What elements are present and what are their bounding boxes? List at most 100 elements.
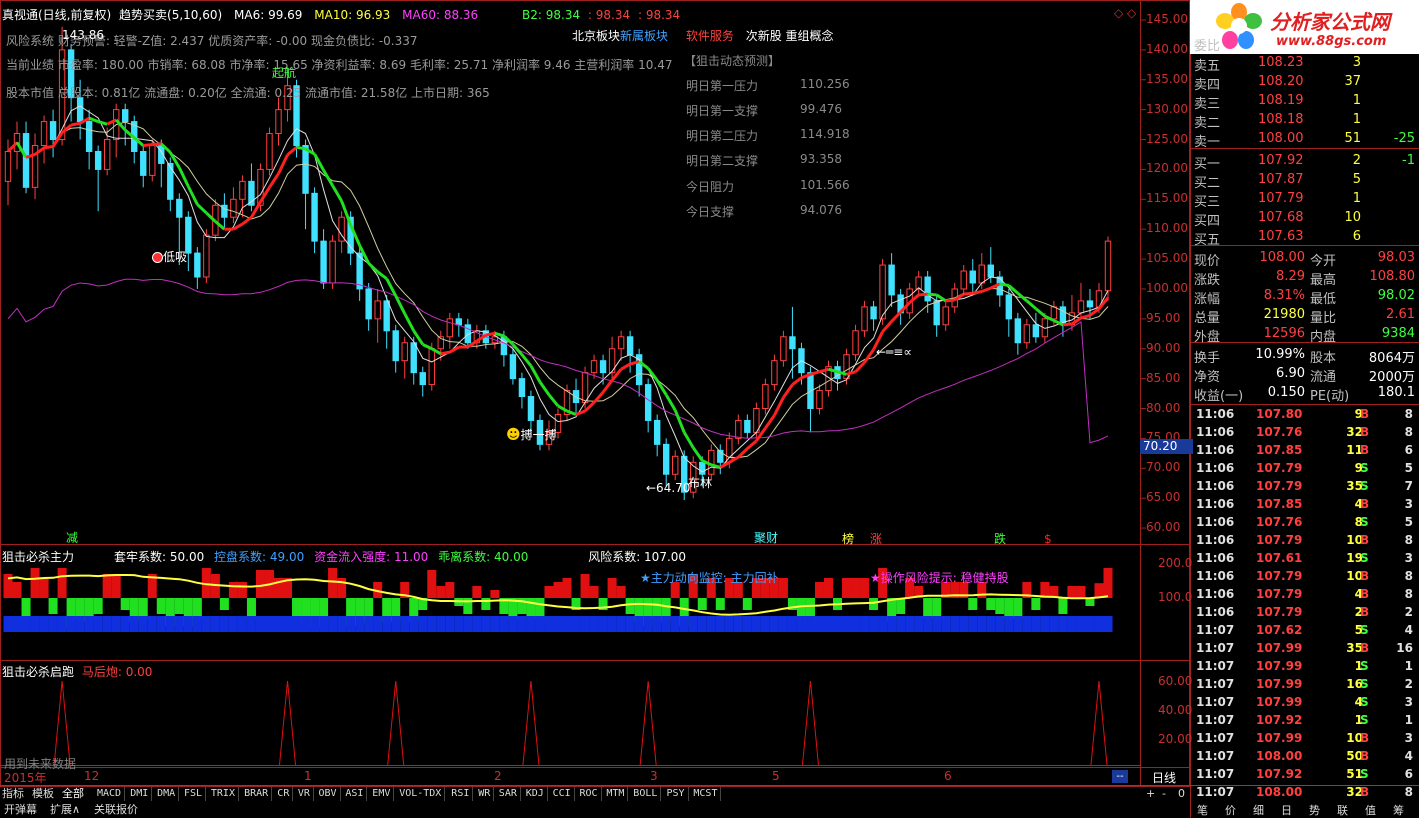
sub1-base-bar <box>589 616 599 632</box>
concept-tag[interactable]: 新属板块 <box>620 29 668 43</box>
quote-view-tab[interactable]: 联 <box>1337 804 1348 818</box>
buy-level-price: 107.63 <box>1258 229 1304 244</box>
indicator-tab[interactable]: CCI <box>550 787 575 801</box>
prediction-row: 明日第一压力 110.256 <box>686 77 850 94</box>
indicator-tab[interactable]: ASI <box>342 787 368 801</box>
price-axis-label: 140.00 <box>1146 41 1188 56</box>
sub1-base-bar <box>57 616 67 632</box>
zoom-control-button[interactable]: + <box>1146 787 1155 801</box>
info-line-capital: 股本市值 总股本: 0.81亿 流通盘: 0.20亿 全流通: 0.25 流通市… <box>6 86 490 100</box>
indicator-tab[interactable]: EMV <box>369 787 395 801</box>
indicator-tab[interactable]: VOL-TDX <box>396 787 446 801</box>
tick-time: 11:07 <box>1196 731 1235 745</box>
indicator-tab[interactable]: BOLL <box>630 787 662 801</box>
candle-body <box>446 318 454 338</box>
date-axis-mark: 3 <box>650 769 658 783</box>
window-controls[interactable]: ◇ ◇ <box>1114 6 1136 20</box>
quote-view-tab[interactable]: 筹 <box>1393 804 1404 818</box>
sub1-param: 乖离系数: 40.00 <box>438 550 529 564</box>
quote-view-tab[interactable]: 值 <box>1365 804 1376 818</box>
indicator-tab[interactable]: MACD <box>94 787 126 801</box>
indicator-tab[interactable]: TRIX <box>208 787 239 801</box>
ma6-label: MA6: 99.69 <box>234 8 303 22</box>
quote-stat-value: 108.80 <box>1369 269 1416 284</box>
bottom-action-button[interactable]: 扩展∧ <box>50 803 80 817</box>
indicator-tab[interactable]: DMA <box>154 787 180 801</box>
indicator-tab[interactable]: BRAR <box>241 787 273 801</box>
stock-title: 真视通(日线,前复权) <box>2 8 112 22</box>
concept-tag[interactable]: 重组概念 <box>786 29 834 43</box>
tick-time: 11:07 <box>1196 785 1235 799</box>
candle-body <box>329 240 336 284</box>
quote-stat-label: 量比 <box>1310 311 1337 326</box>
trend-line-segment <box>440 350 451 356</box>
trend-line-segment <box>286 146 298 157</box>
price-axis-label: 135.00 <box>1146 71 1188 86</box>
sell-level-price: 108.00 <box>1258 131 1304 146</box>
bottom-action-button[interactable]: 开弹幕 <box>4 803 37 817</box>
tab-1[interactable]: 模板 <box>32 787 54 801</box>
quote-stat-label: 流通 <box>1310 370 1337 385</box>
sub1-base-bar <box>697 616 707 632</box>
tick-row: 11:07 108.00 50 B 4 <box>1192 748 1419 766</box>
indicator-tab[interactable]: KDJ <box>523 787 548 801</box>
quote-view-tab[interactable]: 价 <box>1225 804 1236 818</box>
candle-body <box>176 198 183 218</box>
indicator-tab[interactable]: RSI <box>448 787 474 801</box>
sub1-base-bar <box>283 616 293 632</box>
sub1-base-bar <box>400 616 410 632</box>
indicator-tab[interactable]: CR <box>274 787 294 801</box>
scroll-end-button[interactable]: -- <box>1112 770 1128 783</box>
sub1-bar <box>48 598 58 614</box>
indicator-tab[interactable]: MCST <box>690 787 722 801</box>
tick-row: 11:06 107.76 8 S 5 <box>1192 514 1419 532</box>
indicator-tab[interactable]: OBV <box>316 787 341 801</box>
quote-view-tab[interactable]: 日 <box>1281 804 1292 818</box>
sell-level-label: 卖一 <box>1194 135 1221 150</box>
zoom-control-button[interactable]: 0 <box>1178 787 1185 801</box>
tab-0[interactable]: 指标 <box>2 787 24 801</box>
indicator-tab[interactable]: PSY <box>664 787 689 801</box>
indicator-tab[interactable]: SAR <box>496 787 521 801</box>
sub1-base-bar <box>292 616 302 632</box>
concept-tag[interactable]: 软件服务 <box>686 29 734 43</box>
quote-stat-row: 净资 6.90 流通 2000万 <box>1192 365 1419 385</box>
prediction-value: 110.256 <box>800 77 850 91</box>
bottom-action-button[interactable]: 关联报价 <box>94 803 138 817</box>
concept-tag[interactable]: 次新股 <box>746 29 782 43</box>
indicator-tab[interactable]: WR <box>475 787 495 801</box>
sub1-base-bar <box>508 616 518 632</box>
tick-count: 8 <box>1404 425 1413 439</box>
quote-view-tab[interactable]: 细 <box>1253 804 1264 818</box>
tick-price: 107.79 <box>1256 461 1303 475</box>
quote-view-tab[interactable]: 笔 <box>1197 804 1208 818</box>
price-axis-label: 65.00 <box>1146 490 1181 505</box>
tab-2[interactable]: 全部 <box>62 787 84 801</box>
concept-tag[interactable]: 北京板块 <box>572 29 620 43</box>
sub1-bar <box>896 598 906 614</box>
zoom-control-button[interactable]: - <box>1162 787 1166 801</box>
tick-price: 107.79 <box>1256 605 1303 619</box>
trend-line-segment <box>999 282 1010 288</box>
quote-stat-value: 98.03 <box>1377 250 1415 265</box>
sub1-base-bar <box>1040 616 1050 632</box>
trend-line-segment <box>773 396 785 417</box>
sub1-base-bar <box>562 616 572 632</box>
quote-stat-label: 外盘 <box>1194 330 1221 345</box>
quote-stat-row: 现价 108.00 今开 98.03 <box>1192 249 1419 269</box>
prediction-label: 明日第二支撑 <box>686 154 759 168</box>
trend-line-segment <box>575 409 586 416</box>
indicator-tab[interactable]: DMI <box>127 787 153 801</box>
sub1-bar <box>120 598 130 610</box>
indicator-tab[interactable]: FSL <box>181 787 207 801</box>
indicator-tab[interactable]: ROC <box>577 787 602 801</box>
price-axis-label: 95.00 <box>1146 310 1181 325</box>
sub1-base-bar <box>742 616 752 632</box>
indicator-tab[interactable]: VR <box>295 787 314 801</box>
tick-price: 107.85 <box>1256 497 1303 511</box>
tick-side: B <box>1360 587 1370 601</box>
period-label[interactable]: 日线 <box>1152 769 1176 786</box>
indicator-tab[interactable]: MTM <box>603 787 629 801</box>
tick-time: 11:07 <box>1196 749 1235 763</box>
quote-view-tab[interactable]: 势 <box>1309 804 1320 818</box>
